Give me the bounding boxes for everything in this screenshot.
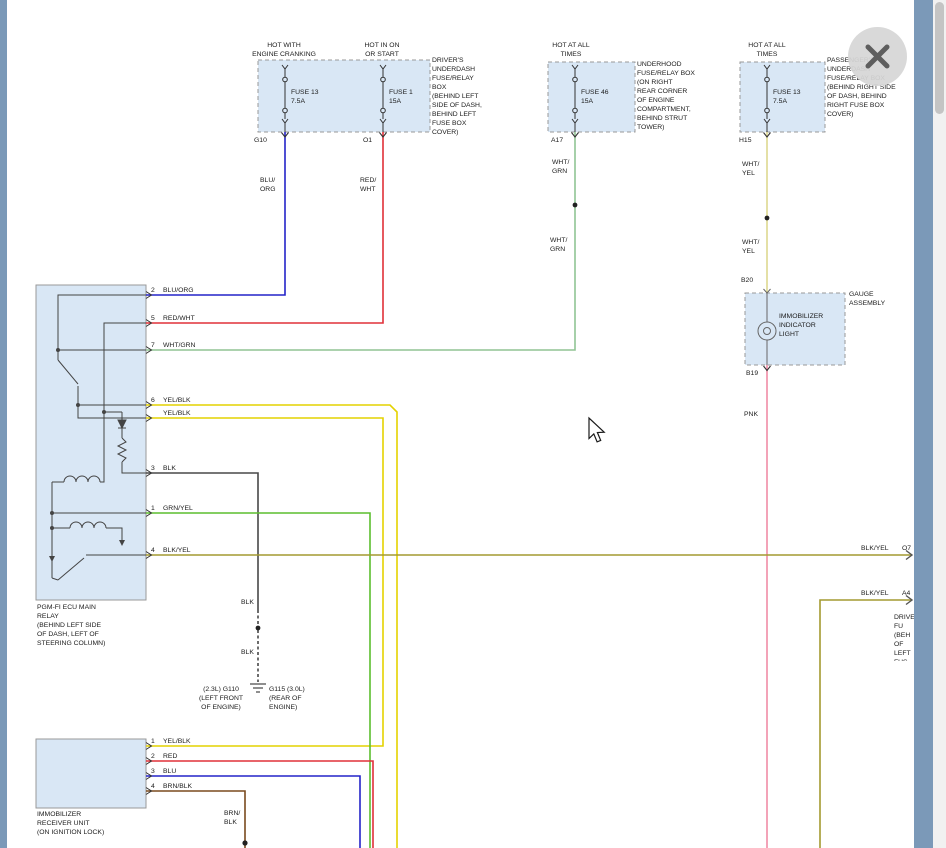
wire-label-blu-org: BLU/ ORG [260,176,275,194]
wire-label-blk-1: BLK [241,598,254,607]
fuse-46-label: FUSE 4615A [581,79,609,115]
connector-b19: B19 [746,369,758,378]
close-button[interactable] [848,27,907,86]
relay-pin-row-1: 1GRN/YEL [151,504,193,513]
relay-pin-row-7: 7WHT/GRN [151,341,195,350]
splice-dot-wht-yel [765,216,770,221]
exit-a4-wire-label: BLK/YEL [861,589,889,598]
wire-label-red-wht: RED/ WHT [360,176,376,194]
diagram-canvas: HOT WITH ENGINE CRANKING HOT IN ON OR ST… [0,0,946,848]
close-icon [848,27,907,86]
immobilizer-receiver-box [36,739,146,808]
wire-label-wht-yel-2: WHT/ YEL [742,238,759,256]
exit-o7-wire-label: BLK/YEL [861,544,889,553]
receiver-pin-row-2: 2RED [151,752,177,761]
wire-label-wht-grn-1: WHT/ GRN [552,158,569,176]
connector-o1: O1 [363,136,372,145]
wire-label-blk-2: BLK [241,648,254,657]
pin-chevrons [146,292,152,795]
relay-pin-row-3: 3BLK [151,464,176,473]
ground-symbol-icon [250,684,266,692]
desc-underhood: UNDERHOOD FUSE/RELAY BOX (ON RIGHT REAR … [637,60,695,132]
relay-pin-row-4: 4BLK/YEL [151,546,191,555]
relay-pin-row-yel2: YEL/BLK [151,409,191,418]
connector-marks [282,133,771,371]
label-hot-in-on-or-start: HOT IN ON OR START [352,41,412,59]
fuse-1-label: FUSE 115A [389,79,413,115]
exit-o7-connector: O7 [902,544,911,553]
page-right-border [914,0,933,848]
splice-dot-wht-grn [573,203,578,208]
immobilizer-indicator-light-label: IMMOBILIZER INDICATOR LIGHT [779,312,823,339]
label-hot-at-all-times-1: HOT AT ALL TIMES [541,41,601,59]
wire-blk [146,473,258,610]
wire-label-pnk: PNK [744,410,758,419]
wire-label-wht-grn-2: WHT/ GRN [550,236,567,254]
connector-h15: H15 [739,136,751,145]
receiver-pin-row-3: 3BLU [151,767,176,776]
wire-red [146,761,373,848]
splice-dot-blk [256,626,261,631]
scrollbar-thumb[interactable] [935,2,944,114]
junction-dots [242,203,769,846]
label-hot-engine-cranking: HOT WITH ENGINE CRANKING [249,41,319,59]
page-left-border [0,0,7,848]
vertical-scrollbar[interactable] [933,0,946,848]
relay-pin-row-6: 6YEL/BLK [151,396,191,405]
wire-blu-org [146,132,285,295]
relay-pin-row-5: 5RED/WHT [151,314,195,323]
wire-label-brn-blk: BRN/ BLK [224,809,240,827]
fuse-13-passenger-label: FUSE 137.5A [773,79,801,115]
mouse-cursor [589,418,604,442]
connector-g10: G10 [254,136,267,145]
immobilizer-receiver-caption: IMMOBILIZER RECEIVER UNIT (ON IGNITION L… [37,810,104,837]
wires [146,132,912,848]
relay-pin-row-2: 2BLU/ORG [151,286,194,295]
splice-dot-brn-blk [242,840,247,845]
pgm-fi-relay-caption: PGM-FI ECU MAIN RELAY (BEHIND LEFT SIDE … [37,603,105,648]
gauge-assembly-title: GAUGE ASSEMBLY [849,290,885,308]
wire-wht-grn [146,132,575,350]
fuse-13-driver-label: FUSE 137.5A [291,79,319,115]
label-hot-at-all-times-2: HOT AT ALL TIMES [737,41,797,59]
connector-b20: B20 [741,276,753,285]
fuse-boxes [258,60,845,365]
connector-a17: A17 [551,136,563,145]
receiver-pin-row-4: 4BRN/BLK [151,782,192,791]
wire-label-wht-yel-1: WHT/ YEL [742,160,759,178]
ground-g110-label: (2.3L) G110 (LEFT FRONT OF ENGINE) [192,685,250,712]
exit-a4-connector: A4 [902,589,910,598]
receiver-pin-row-1: 1YEL/BLK [151,737,191,746]
wire-yel-blk-2 [146,418,383,746]
desc-drivers-underdash: DRIVER'S UNDERDASH FUSE/RELAY BOX (BEHIN… [432,56,482,137]
ground-g115-label: G115 (3.0L) (REAR OF ENGINE) [269,685,305,712]
